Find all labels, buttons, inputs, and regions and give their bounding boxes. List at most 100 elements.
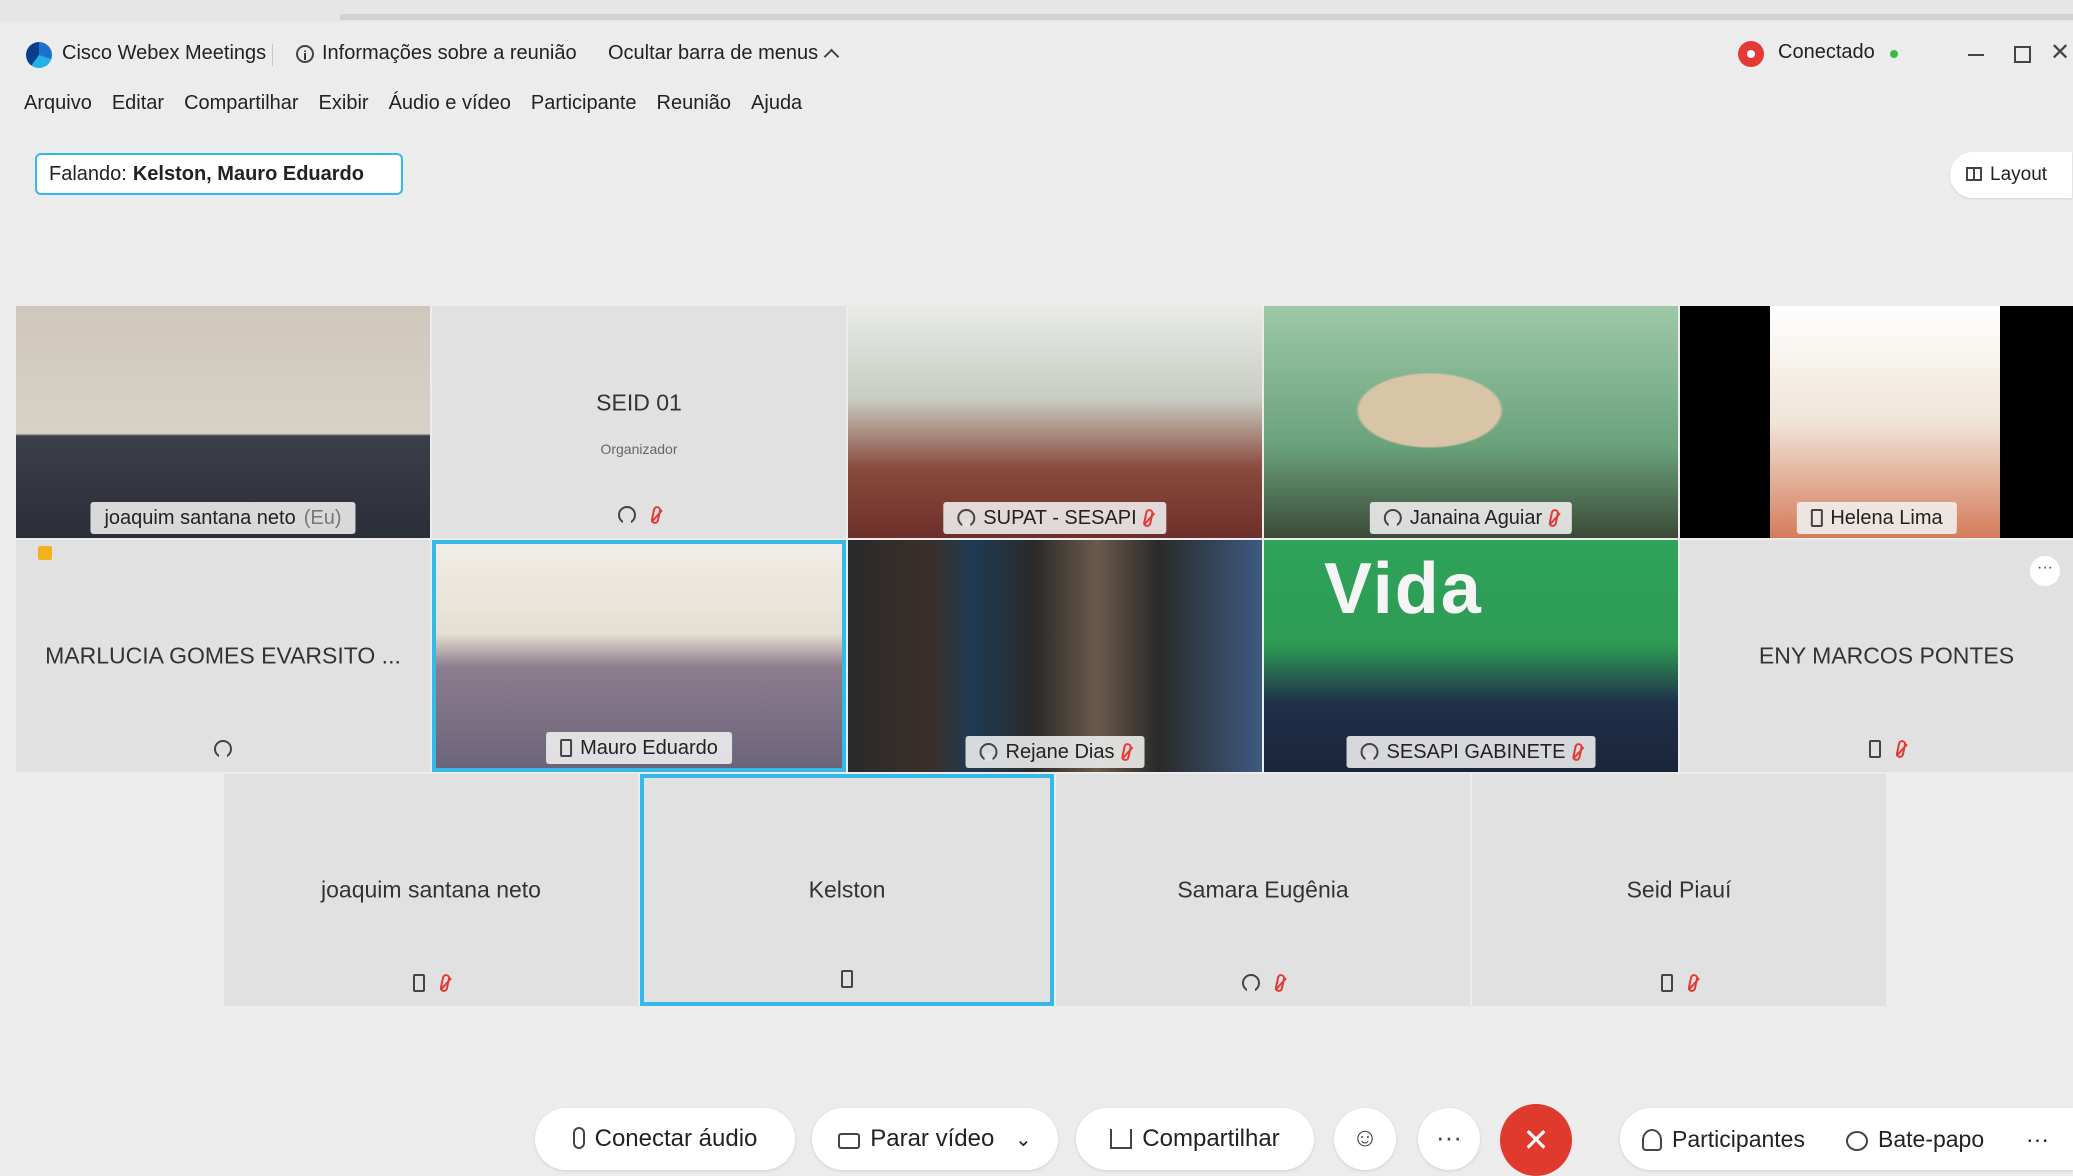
phone-icon: [560, 739, 573, 757]
participant-name: Helena Lima: [1830, 507, 1943, 529]
participant-name: SESAPI GABINETE: [1386, 741, 1566, 763]
title-bar: Cisco Webex Meetings i Informações sobre…: [0, 30, 2073, 78]
minimize-button[interactable]: [1960, 40, 1990, 68]
banner-text: Vida: [1324, 549, 1483, 629]
connect-audio-label: Conectar áudio: [594, 1125, 758, 1152]
stop-video-button[interactable]: Parar vídeo ⌄: [812, 1108, 1058, 1170]
tile-seid-piaui[interactable]: Seid Piauí: [1472, 774, 1886, 1006]
reactions-button[interactable]: ☺: [1334, 1108, 1396, 1170]
name-plate: Mauro Eduardo: [546, 732, 732, 764]
computer-audio-icon: [957, 509, 976, 527]
menu-bar: Arquivo Editar Compartilhar Exibir Áudio…: [24, 92, 802, 122]
tile-samara[interactable]: Samara Eugênia: [1056, 774, 1470, 1006]
menu-arquivo[interactable]: Arquivo: [24, 92, 92, 122]
more-panels-button[interactable]: ···: [2026, 1108, 2049, 1170]
hide-menu-bar-button[interactable]: Ocultar barra de menus: [608, 42, 840, 65]
headset-icon: [1383, 509, 1402, 527]
webex-logo-icon: [26, 42, 52, 68]
tile-kelston[interactable]: Kelston: [640, 774, 1054, 1006]
tile-status-icons: [644, 970, 1050, 988]
meeting-info-button[interactable]: i Informações sobre a reunião: [296, 42, 577, 65]
app-title: Cisco Webex Meetings: [62, 42, 267, 64]
tile-helena[interactable]: Helena Lima: [1680, 306, 2073, 538]
share-button[interactable]: Compartilhar: [1076, 1108, 1314, 1170]
grid-layout-icon: [1966, 167, 1982, 181]
tile-eny[interactable]: ··· ENY MARCOS PONTES: [1680, 540, 2073, 772]
mic-muted-icon: [1571, 742, 1584, 762]
meeting-toolbar: Conectar áudio Parar vídeo ⌄ Compartilha…: [0, 1100, 2073, 1176]
stop-video-label: Parar vídeo: [870, 1125, 995, 1152]
mic-muted-icon: [1274, 973, 1286, 993]
top-strip: [0, 0, 2073, 22]
connect-audio-button[interactable]: Conectar áudio: [535, 1108, 795, 1170]
menu-compartilhar[interactable]: Compartilhar: [184, 92, 298, 122]
chat-label: Bate-papo: [1878, 1126, 1985, 1152]
more-options-button[interactable]: ···: [2030, 556, 2060, 586]
menu-editar[interactable]: Editar: [112, 92, 164, 122]
top-strip-bar: [340, 14, 2073, 20]
mic-muted-icon: [1142, 508, 1155, 528]
participant-name: SEID 01: [596, 389, 682, 416]
tile-status-icons: [1680, 739, 2073, 759]
layout-label: Layout: [1990, 164, 2048, 185]
tile-mauro[interactable]: Mauro Eduardo: [432, 540, 846, 772]
headset-icon: [214, 740, 232, 758]
tile-seid01[interactable]: SEID 01 Organizador: [432, 306, 846, 538]
phone-icon: [1810, 509, 1823, 527]
tile-supat[interactable]: SUPAT - SESAPI: [848, 306, 1262, 538]
tile-status-icons: [1056, 973, 1470, 993]
more-button[interactable]: ···: [1418, 1108, 1480, 1170]
maximize-button[interactable]: [2006, 40, 2036, 68]
mic-muted-icon: [1120, 742, 1133, 762]
menu-reuniao[interactable]: Reunião: [657, 92, 732, 122]
recording-status-icon: [1738, 41, 1764, 67]
tile-janaina[interactable]: Janaina Aguiar: [1264, 306, 1678, 538]
tile-rejane[interactable]: Rejane Dias: [848, 540, 1262, 772]
participant-name: joaquim santana neto: [321, 876, 541, 903]
speaking-label: Falando:: [49, 163, 127, 185]
name-plate: joaquim santana neto (Eu): [90, 502, 356, 534]
participant-name: Kelston: [808, 876, 886, 903]
headset-icon: [618, 506, 636, 524]
participant-name: Janaina Aguiar: [1409, 507, 1543, 529]
self-suffix: (Eu): [303, 507, 342, 529]
speaking-indicator: Falando: Kelston, Mauro Eduardo: [35, 153, 403, 195]
connection-status: Conectado: [1778, 41, 1875, 63]
participants-button[interactable]: Participantes: [1642, 1108, 1805, 1170]
close-button[interactable]: ✕: [2050, 38, 2073, 68]
video-dropdown-icon[interactable]: ⌄: [1015, 1129, 1032, 1151]
phone-icon: [1661, 974, 1673, 992]
menu-audio-video[interactable]: Áudio e vídeo: [389, 92, 511, 122]
meeting-info-label: Informações sobre a reunião: [322, 42, 577, 64]
tile-status-icons: [1472, 973, 1886, 993]
menu-ajuda[interactable]: Ajuda: [751, 92, 802, 122]
microphone-icon: [572, 1127, 585, 1149]
participant-name: Samara Eugênia: [1177, 876, 1349, 903]
panel-buttons: Participantes Bate-papo ···: [1620, 1108, 2073, 1170]
phone-icon: [413, 974, 425, 992]
speaking-names: Kelston, Mauro Eduardo: [132, 163, 364, 185]
mic-muted-icon: [650, 505, 662, 525]
tile-status-icons: [16, 740, 430, 758]
name-plate: Janaina Aguiar: [1369, 502, 1573, 534]
mic-muted-icon: [1687, 973, 1699, 993]
menu-exibir[interactable]: Exibir: [319, 92, 369, 122]
end-meeting-button[interactable]: ✕: [1500, 1104, 1572, 1176]
tile-marlucia[interactable]: MARLUCIA GOMES EVARSITO ...: [16, 540, 430, 772]
mic-muted-icon: [1548, 508, 1560, 528]
tile-status-icons: [224, 973, 638, 993]
tile-joaquim[interactable]: joaquim santana neto: [224, 774, 638, 1006]
tile-sesapi-gabinete[interactable]: Vida SESAPI GABINETE: [1264, 540, 1678, 772]
host-lock-icon: [38, 546, 52, 560]
layout-button[interactable]: Layout: [1950, 152, 2072, 198]
tile-status-icons: [432, 505, 846, 525]
chat-button[interactable]: Bate-papo: [1846, 1108, 1984, 1170]
headset-icon: [1242, 974, 1260, 992]
menu-participante[interactable]: Participante: [531, 92, 637, 122]
share-label: Compartilhar: [1142, 1125, 1280, 1152]
headset-icon: [979, 743, 998, 761]
tile-joaquim-self[interactable]: joaquim santana neto (Eu): [16, 306, 430, 538]
name-plate: SESAPI GABINETE: [1346, 736, 1596, 768]
participant-role: Organizador: [600, 440, 678, 457]
mic-muted-icon: [1894, 739, 1907, 759]
